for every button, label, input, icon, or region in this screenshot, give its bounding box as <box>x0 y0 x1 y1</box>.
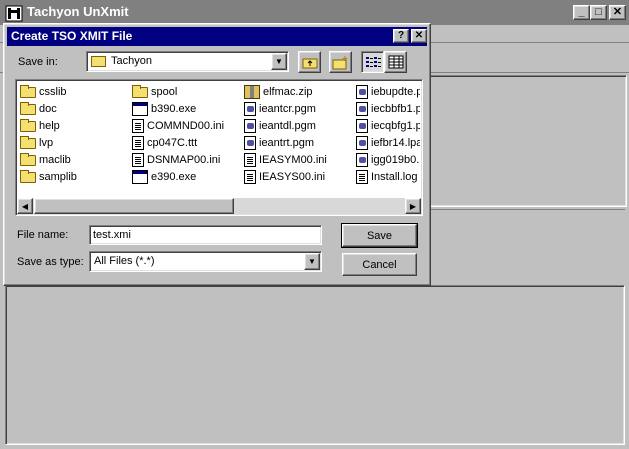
dialog-title-bar: Create TSO XMIT File ? ✕ <box>7 27 427 46</box>
folder-icon <box>20 119 36 132</box>
file-column-4: iebupdte.p iecbbfb1.p iecqbfg1.p iefbr14… <box>356 83 420 185</box>
text-file-icon <box>244 152 256 167</box>
list-view-button[interactable] <box>361 51 384 73</box>
list-item[interactable]: Install.log <box>356 168 420 185</box>
new-folder-icon <box>332 55 347 69</box>
up-folder-button[interactable] <box>298 51 321 73</box>
folder-icon <box>132 85 148 98</box>
new-folder-button[interactable] <box>329 51 352 73</box>
details-view-icon <box>388 55 403 69</box>
details-view-button[interactable] <box>384 51 407 73</box>
minimize-button[interactable]: _ <box>573 5 590 20</box>
list-item[interactable]: igg019b0.p <box>356 151 420 168</box>
save-in-combo[interactable]: Tachyon ▼ <box>86 51 289 72</box>
app-icon <box>5 5 23 22</box>
list-item[interactable]: spool <box>132 83 240 100</box>
exe-icon <box>132 101 148 116</box>
maximize-icon: □ <box>595 6 602 18</box>
list-item[interactable]: DSNMAP00.ini <box>132 151 240 168</box>
save-in-label: Save in: <box>18 56 58 68</box>
list-item[interactable]: csslib <box>20 83 128 100</box>
close-button[interactable]: ✕ <box>609 5 626 20</box>
maximize-button[interactable]: □ <box>590 5 607 20</box>
file-column-1: csslib doc help lvp maclib samplib <box>20 83 128 185</box>
list-item[interactable]: elfmac.zip <box>244 83 354 100</box>
scroll-thumb[interactable] <box>34 198 234 214</box>
close-icon: ✕ <box>612 6 623 18</box>
close-icon: ✕ <box>414 30 424 41</box>
main-middle-pane <box>428 209 625 287</box>
text-file-icon <box>132 135 144 150</box>
horizontal-scrollbar[interactable]: ◀ ▶ <box>17 198 421 214</box>
list-item[interactable]: e390.exe <box>132 168 240 185</box>
pgm-file-icon <box>356 101 368 116</box>
text-file-icon <box>244 169 256 184</box>
minimize-icon: _ <box>578 6 585 18</box>
file-list[interactable]: csslib doc help lvp maclib samplib spool… <box>15 79 423 216</box>
save-type-value: All Files (*.*) <box>94 255 155 267</box>
text-file-icon <box>356 169 368 184</box>
pgm-file-icon <box>356 152 368 167</box>
list-item[interactable]: ieantcr.pgm <box>244 100 354 117</box>
list-item[interactable]: help <box>20 117 128 134</box>
file-column-3: elfmac.zip ieantcr.pgm ieantdl.pgm ieant… <box>244 83 354 185</box>
list-item[interactable]: lvp <box>20 134 128 151</box>
folder-icon <box>20 85 36 98</box>
pgm-file-icon <box>244 101 256 116</box>
list-item[interactable]: IEASYM00.ini <box>244 151 354 168</box>
pgm-file-icon <box>356 135 368 150</box>
list-item[interactable]: COMMND00.ini <box>132 117 240 134</box>
exe-icon <box>132 169 148 184</box>
folder-icon <box>20 153 36 166</box>
list-item[interactable]: samplib <box>20 168 128 185</box>
list-item[interactable]: doc <box>20 100 128 117</box>
help-icon: ? <box>397 30 405 41</box>
dialog-title: Create TSO XMIT File <box>11 29 133 43</box>
list-item[interactable]: ieantrt.pgm <box>244 134 354 151</box>
list-item[interactable]: iebupdte.p <box>356 83 420 100</box>
chevron-down-icon[interactable]: ▼ <box>271 53 287 70</box>
zip-icon <box>244 84 260 99</box>
save-button[interactable]: Save <box>341 223 418 248</box>
main-title-bar: Tachyon UnXmit _ □ ✕ <box>0 0 629 25</box>
dialog-close-button[interactable]: ✕ <box>411 29 427 43</box>
app-title: Tachyon UnXmit <box>27 4 129 19</box>
list-item[interactable]: IEASYS00.ini <box>244 168 354 185</box>
pgm-file-icon <box>244 135 256 150</box>
cancel-button[interactable]: Cancel <box>342 253 417 276</box>
folder-icon <box>20 170 36 183</box>
folder-icon <box>20 102 36 115</box>
file-column-2: spool b390.exe COMMND00.ini cp047C.ttt D… <box>132 83 240 185</box>
chevron-down-icon[interactable]: ▼ <box>304 253 320 270</box>
pgm-file-icon <box>356 84 368 99</box>
scroll-right-icon[interactable]: ▶ <box>405 198 421 214</box>
folder-icon <box>20 136 36 149</box>
list-item[interactable]: iecqbfg1.p <box>356 117 420 134</box>
scroll-left-icon[interactable]: ◀ <box>17 198 33 214</box>
text-file-icon <box>132 118 144 133</box>
file-name-input[interactable]: test.xmi <box>89 225 322 245</box>
list-item[interactable]: maclib <box>20 151 128 168</box>
folder-icon <box>91 55 106 67</box>
file-name-value: test.xmi <box>93 229 131 241</box>
list-item[interactable]: iecbbfb1.p <box>356 100 420 117</box>
list-view-icon <box>365 57 381 67</box>
up-folder-icon <box>302 58 317 68</box>
pgm-file-icon <box>356 118 368 133</box>
save-in-value: Tachyon <box>111 55 152 67</box>
list-item[interactable]: b390.exe <box>132 100 240 117</box>
save-dialog: Create TSO XMIT File ? ✕ Save in: Tachyo… <box>3 23 431 286</box>
save-type-combo[interactable]: All Files (*.*) ▼ <box>89 251 322 272</box>
save-type-label: Save as type: <box>17 256 84 268</box>
help-button[interactable]: ? <box>393 29 409 43</box>
list-item[interactable]: iefbr14.lpa <box>356 134 420 151</box>
list-item[interactable]: ieantdl.pgm <box>244 117 354 134</box>
list-item[interactable]: cp047C.ttt <box>132 134 240 151</box>
text-file-icon <box>132 152 144 167</box>
pgm-file-icon <box>244 118 256 133</box>
file-name-label: File name: <box>17 229 69 241</box>
main-lower-pane <box>5 285 625 445</box>
main-upper-pane <box>428 75 627 207</box>
